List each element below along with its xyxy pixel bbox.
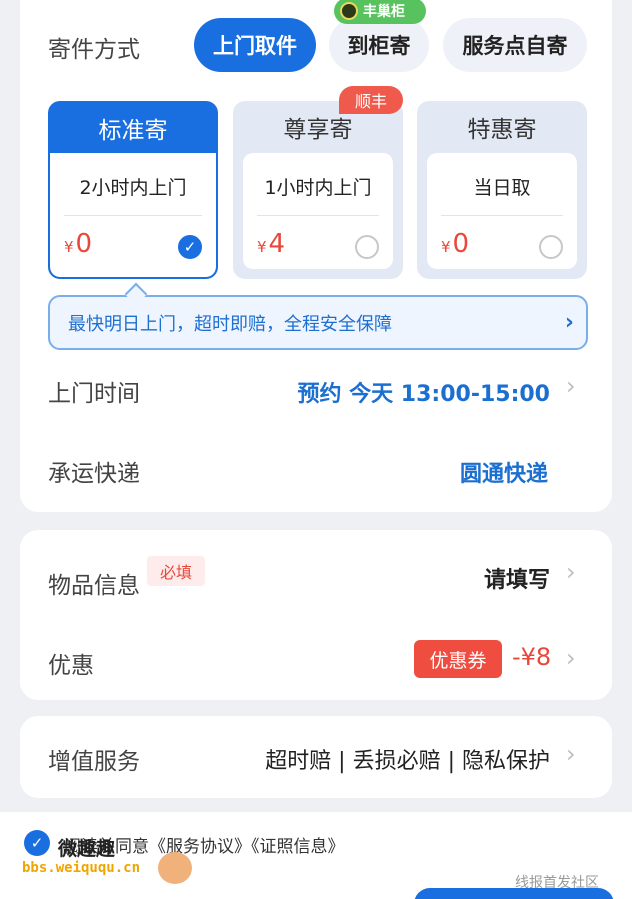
radio-icon[interactable] <box>355 235 379 259</box>
option-premium-body: 1小时内上门 ¥4 <box>243 153 393 269</box>
option-standard-title: 标准寄 <box>98 118 168 144</box>
watermark-avatar-icon <box>158 852 192 884</box>
divider <box>64 215 202 216</box>
cabinet-badge: 丰巢柜 <box>334 0 426 24</box>
option-economy-desc: 当日取 <box>473 177 531 199</box>
option-standard-price: ¥0 <box>64 229 93 259</box>
agree-checkbox-icon[interactable]: ✓ <box>24 830 50 856</box>
option-premium-desc: 1小时内上门 <box>264 177 372 199</box>
option-standard-body: 2小时内上门 ¥0 ✓ <box>50 153 216 277</box>
option-premium[interactable]: 尊享寄 1小时内上门 ¥4 <box>233 101 403 279</box>
option-standard[interactable]: 标准寄 2小时内上门 ¥0 ✓ <box>48 101 218 279</box>
pickup-time-value[interactable]: 预约 今天 13:00-15:00 <box>297 376 550 408</box>
carrier-value[interactable]: 圆通快递 <box>460 456 548 488</box>
chevron-right-icon[interactable]: › <box>566 558 576 586</box>
shipping-method-label: 寄件方式 <box>48 37 140 63</box>
method-door-pickup-button[interactable]: 上门取件 <box>194 18 316 72</box>
item-info-value[interactable]: 请填写 <box>484 562 550 594</box>
submit-button[interactable] <box>414 888 614 899</box>
checkmark-icon[interactable]: ✓ <box>178 235 202 259</box>
option-standard-desc: 2小时内上门 <box>79 177 187 199</box>
cabinet-logo-icon <box>340 2 358 20</box>
divider <box>441 215 563 216</box>
option-premium-price: ¥4 <box>257 229 286 259</box>
pickup-time-label: 上门时间 <box>48 381 140 407</box>
method-cabinet-button[interactable]: 到柜寄 <box>329 18 429 72</box>
item-info-label: 物品信息 <box>48 573 140 599</box>
option-economy-body: 当日取 ¥0 <box>427 153 577 269</box>
discount-amount: -¥8 <box>512 643 552 671</box>
service-tip-text: 最快明日上门，超时即赔，全程安全保障 <box>68 313 392 335</box>
sf-badge: 顺丰 <box>339 86 403 114</box>
watermark-title: 微趣趣 <box>58 838 116 860</box>
chevron-right-icon[interactable]: › <box>566 644 576 672</box>
option-economy-title: 特惠寄 <box>467 117 537 143</box>
option-economy-price: ¥0 <box>441 229 470 259</box>
service-tip-banner[interactable]: 最快明日上门，超时即赔，全程安全保障 › <box>48 295 588 350</box>
item-card <box>20 530 612 700</box>
chevron-right-icon: › <box>564 310 574 335</box>
radio-icon[interactable] <box>539 235 563 259</box>
value-added-label: 增值服务 <box>48 749 140 775</box>
divider <box>257 215 379 216</box>
cabinet-badge-label: 丰巢柜 <box>363 4 405 20</box>
promo-label: 优惠 <box>48 653 94 679</box>
chevron-right-icon[interactable]: › <box>566 740 576 768</box>
required-badge: 必填 <box>147 556 205 586</box>
value-added-value[interactable]: 超时赔 | 丢损必赔 | 隐私保护 <box>265 743 550 775</box>
method-service-point-button[interactable]: 服务点自寄 <box>443 18 587 72</box>
carrier-label: 承运快递 <box>48 461 140 487</box>
coupon-badge[interactable]: 优惠券 <box>414 640 502 678</box>
chevron-right-icon[interactable]: › <box>566 372 576 400</box>
watermark-url: bbs.weiququ.cn <box>22 860 141 876</box>
option-economy[interactable]: 特惠寄 当日取 ¥0 <box>417 101 587 279</box>
